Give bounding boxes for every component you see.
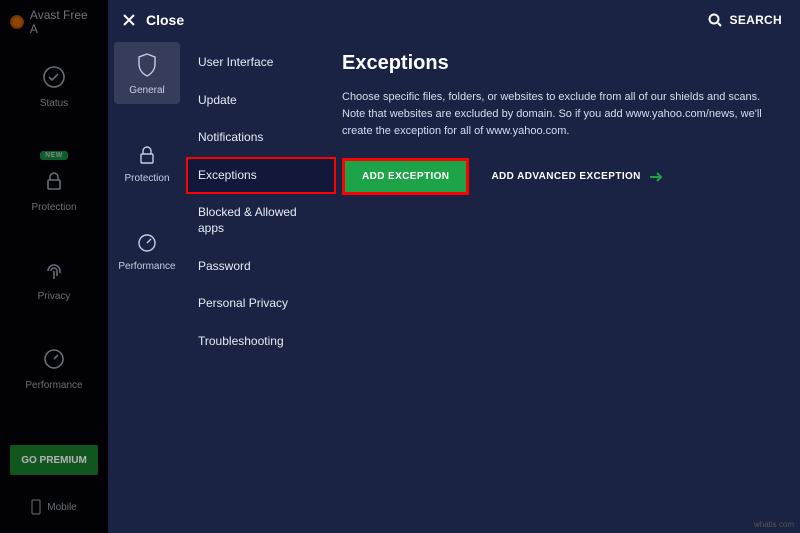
avast-logo-icon xyxy=(10,15,24,29)
app-title: Avast Free A xyxy=(30,8,98,36)
page-title: Exceptions xyxy=(342,52,772,75)
gauge-icon xyxy=(136,232,158,254)
submenu-list: User Interface Update Notifications Exce… xyxy=(186,36,336,525)
category-protection[interactable]: Protection xyxy=(114,134,180,192)
nav-label: Mobile xyxy=(47,502,76,513)
go-premium-button[interactable]: GO PREMIUM xyxy=(10,445,98,475)
search-icon xyxy=(708,13,722,27)
nav-label: Performance xyxy=(25,380,82,391)
add-exception-button[interactable]: ADD EXCEPTION xyxy=(342,158,469,195)
close-icon xyxy=(122,13,136,27)
sub-user-interface[interactable]: User Interface xyxy=(186,44,336,82)
nav-status[interactable]: Status xyxy=(39,62,69,109)
sub-password[interactable]: Password xyxy=(186,248,336,286)
nav-label: Status xyxy=(40,98,68,109)
nav-label: Protection xyxy=(31,202,76,213)
nav-mobile[interactable]: Mobile xyxy=(0,499,108,515)
close-label: Close xyxy=(146,12,184,28)
gauge-icon xyxy=(39,344,69,374)
mobile-icon xyxy=(31,499,41,515)
category-label: General xyxy=(129,85,165,96)
app-header: Avast Free A xyxy=(0,0,108,44)
sub-blocked-allowed[interactable]: Blocked & Allowed apps xyxy=(186,194,336,247)
fingerprint-icon xyxy=(39,255,69,285)
shield-icon xyxy=(136,52,158,78)
nav-label: Privacy xyxy=(38,291,71,302)
category-label: Protection xyxy=(124,173,169,184)
sub-exceptions[interactable]: Exceptions xyxy=(186,157,336,195)
category-label: Performance xyxy=(118,261,175,272)
nav-protection[interactable]: NEW Protection xyxy=(31,151,76,213)
page-description: Choose specific files, folders, or websi… xyxy=(342,89,772,140)
sub-notifications[interactable]: Notifications xyxy=(186,119,336,157)
watermark: whatis com xyxy=(754,520,794,529)
lock-icon xyxy=(136,144,158,166)
sub-personal-privacy[interactable]: Personal Privacy xyxy=(186,285,336,323)
arrow-right-icon xyxy=(649,172,663,182)
category-general[interactable]: General xyxy=(114,42,180,104)
search-button[interactable]: SEARCH xyxy=(708,13,782,27)
new-badge: NEW xyxy=(40,151,68,160)
search-label: SEARCH xyxy=(730,13,782,27)
add-advanced-exception-button[interactable]: ADD ADVANCED EXCEPTION xyxy=(491,171,662,182)
nav-performance[interactable]: Performance xyxy=(25,344,82,391)
sub-troubleshooting[interactable]: Troubleshooting xyxy=(186,323,336,361)
lock-icon xyxy=(39,166,69,196)
category-performance[interactable]: Performance xyxy=(114,222,180,280)
sub-update[interactable]: Update xyxy=(186,82,336,120)
close-button[interactable]: Close xyxy=(122,12,184,28)
settings-panel: Close SEARCH General Protection xyxy=(108,0,800,533)
content-area: Exceptions Choose specific files, folder… xyxy=(336,36,800,525)
nav-privacy[interactable]: Privacy xyxy=(38,255,71,302)
status-icon xyxy=(39,62,69,92)
category-list: General Protection Performance xyxy=(108,36,186,525)
main-sidebar-dimmed: Avast Free A Status NEW Protection Priva… xyxy=(0,0,108,533)
